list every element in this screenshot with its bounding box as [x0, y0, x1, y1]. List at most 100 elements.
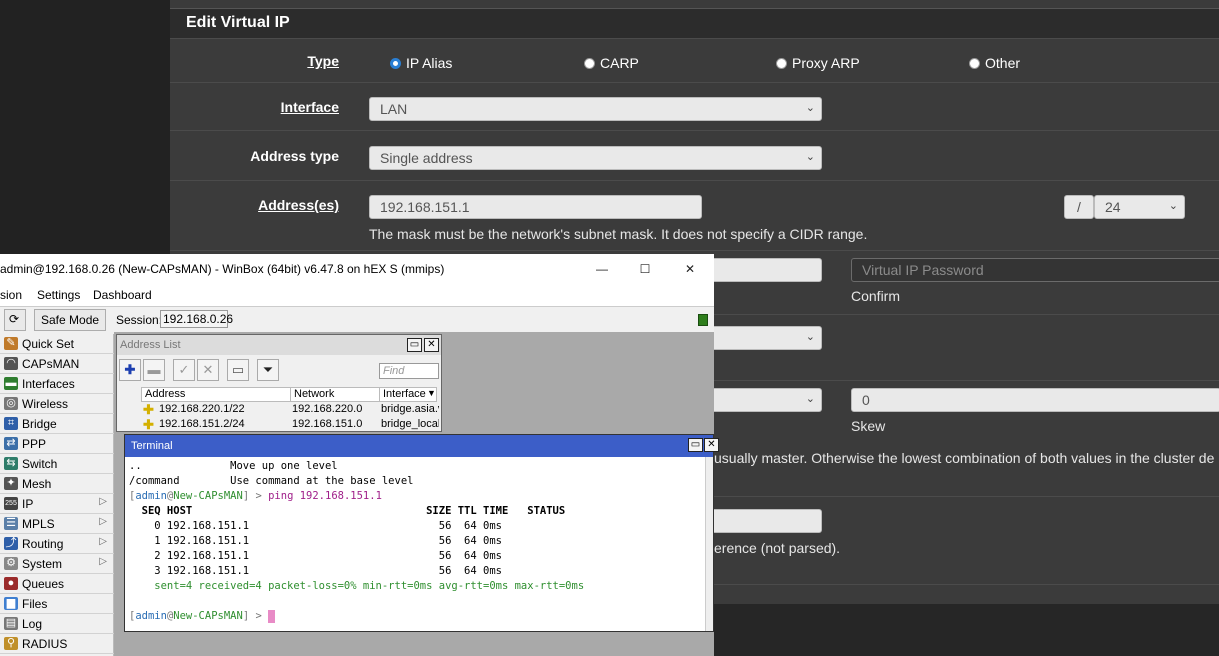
add-icon[interactable]: ✚	[119, 359, 141, 381]
description-help-text: erence (not parsed).	[714, 540, 841, 556]
comment-icon[interactable]: ▭	[227, 359, 249, 381]
find-input[interactable]: Find	[379, 363, 439, 379]
terminal-scrollbar[interactable]	[705, 457, 713, 631]
close-icon[interactable]: ✕	[704, 438, 719, 452]
radio-proxy-arp[interactable]: Proxy ARP	[776, 55, 860, 71]
address-list-titlebar[interactable]: Address List ▭ ✕	[117, 335, 441, 355]
sidebar-item-log[interactable]: ▤ Log	[0, 614, 114, 634]
sidebar-item-switch[interactable]: ⇆ Switch	[0, 454, 114, 474]
radio-carp[interactable]: CARP	[584, 55, 639, 71]
wireless-icon: ◎	[4, 397, 18, 410]
minimize-icon[interactable]: —	[592, 262, 612, 276]
ping-row: 0 192.168.151.1 56 64 0ms	[129, 520, 502, 532]
quick-set-icon: ✎	[4, 337, 18, 350]
terminal-titlebar[interactable]: Terminal ▭ ✕	[125, 435, 719, 457]
session-label: Session:	[116, 313, 163, 327]
sidebar-item-wireless[interactable]: ◎ Wireless	[0, 394, 114, 414]
routing-icon: ⤴	[4, 537, 18, 550]
mesh-icon: ✦	[4, 477, 18, 490]
sidebar-item-radius[interactable]: ⚲ RADIUS	[0, 634, 114, 654]
terminal-window[interactable]: Terminal ▭ ✕ .. Move up one level /comma…	[124, 434, 719, 632]
restore-icon[interactable]: ▭	[688, 438, 703, 452]
sidebar-item-label: MPLS	[22, 517, 55, 531]
sidebar-item-label: Switch	[22, 457, 58, 471]
interface-select[interactable]: LAN ⌄	[369, 97, 822, 121]
advbase-help-text: usually master. Otherwise the lowest com…	[714, 450, 1215, 466]
sidebar-item-mpls[interactable]: ☰ MPLS ▷	[0, 514, 114, 534]
sidebar-item-quick-set[interactable]: ✎ Quick Set	[0, 334, 114, 354]
type-row: Type IP Alias CARP Proxy ARP Other	[170, 38, 1219, 82]
sidebar-item-bridge[interactable]: ⌗ Bridge	[0, 414, 114, 434]
terminal-output: .. Move up one level /command Use comman…	[129, 460, 585, 623]
cidr-slash: /	[1064, 195, 1094, 219]
address-plus-icon: ✚	[143, 417, 154, 432]
restore-icon[interactable]: ▭	[407, 338, 422, 352]
address-list-window: Address List ▭ ✕ ✚ ▬ ✓ ✕ ▭ ⏷ Find Addres…	[116, 334, 442, 432]
sidebar-item-label: RADIUS	[22, 637, 68, 651]
prompt-host: New-CAPsMAN	[173, 490, 243, 502]
ip-icon: 255	[4, 497, 18, 510]
interface-label: Interface	[280, 99, 339, 115]
address-input[interactable]: 192.168.151.1	[369, 195, 702, 219]
vhid-select[interactable]: ⌄	[700, 326, 822, 350]
winbox-sidebar: ✎ Quick Set ◠ CAPsMAN ▬ Interfaces ◎ Wireless ⌗ B…	[0, 334, 114, 656]
radio-selected-icon	[390, 57, 401, 69]
ping-row: 2 192.168.151.1 56 64 0ms	[129, 550, 502, 562]
sidebar-item-ip[interactable]: 255 IP ▷	[0, 494, 114, 514]
address-type-label: Address type	[250, 148, 339, 164]
menu-settings[interactable]: Settings	[37, 288, 80, 302]
queues-icon: ●	[4, 577, 18, 590]
address-type-select[interactable]: Single address ⌄	[369, 146, 822, 170]
redo-icon[interactable]: ⟳	[4, 309, 26, 331]
sidebar-item-system[interactable]: ⚙ System ▷	[0, 554, 114, 574]
ping-row: 1 192.168.151.1 56 64 0ms	[129, 535, 502, 547]
sidebar-item-interfaces[interactable]: ▬ Interfaces	[0, 374, 114, 394]
sidebar-item-files[interactable]: ▆ Files	[0, 594, 114, 614]
submenu-arrow-icon: ▷	[99, 516, 107, 527]
sidebar-item-capsman[interactable]: ◠ CAPsMAN	[0, 354, 114, 374]
chevron-down-icon: ⌄	[805, 331, 815, 343]
filter-icon[interactable]: ⏷	[257, 359, 279, 381]
skew-label: Skew	[851, 418, 886, 434]
ping-summary: sent=4 received=4 packet-loss=0% min-rtt…	[129, 580, 585, 592]
menu-dashboard[interactable]: Dashboard	[93, 288, 152, 302]
dropdown-icon[interactable]: ▼	[427, 388, 436, 398]
sidebar-item-ppp[interactable]: ⇄ PPP	[0, 434, 114, 454]
sidebar-item-queues[interactable]: ● Queues	[0, 574, 114, 594]
radio-unselected-icon	[584, 57, 595, 69]
maximize-icon[interactable]: ☐	[635, 262, 655, 276]
skew-input[interactable]: 0	[851, 388, 1219, 412]
bridge-icon: ⌗	[4, 417, 18, 430]
terminal-line: .. Move up one level	[129, 460, 338, 472]
cidr-mask-select[interactable]: 24 ⌄	[1094, 195, 1185, 219]
disable-icon[interactable]: ✕	[197, 359, 219, 381]
terminal-line: /command Use command at the base level	[129, 475, 414, 487]
column-header-network[interactable]: Network	[290, 387, 380, 402]
close-icon[interactable]: ✕	[424, 338, 439, 352]
chevron-down-icon: ⌄	[805, 151, 815, 163]
menu-session[interactable]: sion	[0, 288, 22, 302]
radio-ip-alias[interactable]: IP Alias	[390, 55, 452, 71]
terminal-cursor[interactable]	[268, 609, 276, 623]
radio-other[interactable]: Other	[969, 55, 1020, 71]
base-select[interactable]: ⌄	[700, 388, 822, 412]
address-list-title: Address List	[120, 339, 181, 351]
sidebar-item-mesh[interactable]: ✦ Mesh	[0, 474, 114, 494]
address-row: Address(es) 192.168.151.1 / 24 ⌄ The mas…	[170, 180, 1219, 250]
type-label: Type	[307, 53, 339, 69]
close-icon[interactable]: ✕	[680, 262, 700, 276]
ping-table-header: SEQ HOST SIZE TTL TIME STATUS	[129, 505, 566, 517]
password-input[interactable]	[700, 258, 822, 282]
column-header-address[interactable]: Address	[141, 387, 291, 402]
description-input[interactable]	[700, 509, 822, 533]
safe-mode-button[interactable]: Safe Mode	[34, 309, 107, 331]
remove-icon[interactable]: ▬	[143, 359, 165, 381]
enable-icon[interactable]: ✓	[173, 359, 195, 381]
panel-heading: Edit Virtual IP	[170, 8, 1219, 38]
system-icon: ⚙	[4, 557, 18, 570]
winbox-titlebar[interactable]: admin@192.168.0.26 (New-CAPsMAN) - WinBo…	[0, 254, 714, 284]
address-type-row: Address type Single address ⌄	[170, 130, 1219, 180]
sidebar-item-routing[interactable]: ⤴ Routing ▷	[0, 534, 114, 554]
winbox-menubar: sion Settings Dashboard	[0, 284, 714, 306]
password-confirm-input[interactable]: Virtual IP Password	[851, 258, 1219, 282]
